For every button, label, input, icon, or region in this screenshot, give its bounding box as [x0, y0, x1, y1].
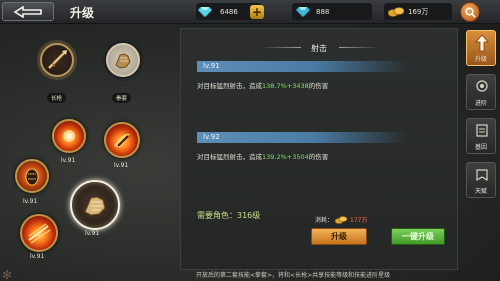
diamond-count: 6486 [220, 7, 238, 16]
skill-fire-stone-level: lv.91 [23, 198, 38, 205]
talent-icon [476, 169, 488, 182]
tab-talent-label: 天赋 [474, 188, 487, 195]
level-requirement: 需要角色：316级 [197, 210, 260, 221]
back-arrow-icon [13, 5, 42, 18]
tab-gene[interactable]: 基因 [466, 118, 496, 154]
advance-icon [476, 80, 488, 92]
weapon-gauntlet-slot[interactable] [106, 43, 140, 77]
skill-fire-stone[interactable] [15, 159, 49, 193]
gold-coins-icon [388, 7, 404, 17]
back-button[interactable] [2, 2, 54, 21]
top-bar: 升级 6486 + 888 169万 [0, 0, 500, 24]
current-desc-value: 138.7%+3438 [262, 82, 309, 90]
current-level-bar: lv.91 [197, 61, 407, 72]
paw-icon: ✻ [2, 268, 13, 281]
current-level-description: 对目标猛烈射击，造成138.7%+3438的伤害 [197, 80, 328, 90]
skill-fire-slash[interactable] [104, 122, 140, 158]
diamond-icon [198, 7, 212, 17]
upgrade-cost: 消耗： 177万 [315, 215, 367, 224]
weapon-gauntlet-label: 拳套 [112, 93, 132, 103]
skill-panel: 长枪 拳套 lv.91 lv.91 lv.91 lv.91 lv.91 ✻ [0, 24, 172, 281]
gem-count: 888 [316, 7, 330, 16]
skill-fire-burst-level: lv.91 [61, 157, 76, 164]
footer-note: 开放后的第二套技能<拳套>，将和<长枪>共享技能等级和技能进阶星级 [196, 272, 391, 279]
gauntlet-skill-icon [84, 196, 106, 216]
gold-coins-icon [335, 215, 348, 224]
tab-advance[interactable]: 进阶 [466, 74, 496, 110]
next-level-description: 对目标猛烈射击，造成139.2%+3504的伤害 [197, 151, 328, 161]
gem-icon [296, 7, 310, 17]
weapon-spear-label: 长枪 [47, 93, 67, 103]
upgrade-button[interactable]: 升级 [311, 228, 367, 245]
current-desc-prefix: 对目标猛烈射击，造成 [197, 82, 262, 90]
tab-advance-label: 进阶 [474, 100, 487, 107]
tab-upgrade-label: 升级 [474, 56, 487, 63]
search-icon [464, 6, 476, 18]
skill-gauntlet-selected[interactable] [70, 180, 120, 230]
tab-upgrade[interactable]: 升级 [466, 30, 496, 66]
upgrade-arrow-icon [475, 34, 489, 52]
one-click-upgrade-button[interactable]: 一键升级 [391, 228, 445, 245]
requirement-label: 需要角色： [197, 211, 237, 220]
skill-fire-wave-level: lv.91 [30, 253, 45, 260]
skill-fire-slash-level: lv.91 [114, 162, 129, 169]
grenade-icon [25, 168, 39, 186]
tab-talent[interactable]: 天赋 [466, 162, 496, 198]
next-desc-value: 139.2%+3504 [262, 153, 309, 161]
title-divider-right [339, 47, 379, 48]
cost-label: 消耗： [315, 217, 334, 224]
search-button[interactable] [460, 2, 480, 22]
flame-slash-icon [114, 133, 130, 148]
skill-fire-wave[interactable] [20, 214, 58, 252]
page-title: 升级 [70, 6, 95, 20]
skill-fire-burst[interactable] [52, 119, 86, 153]
spear-icon [48, 50, 67, 69]
current-desc-suffix: 的伤害 [308, 82, 329, 90]
gene-icon [476, 124, 488, 137]
add-diamonds-button[interactable]: + [250, 5, 264, 19]
explosion-icon [63, 130, 75, 142]
cost-value: 177万 [350, 217, 368, 224]
skill-gauntlet-level: lv.91 [85, 230, 100, 237]
tab-gene-label: 基因 [474, 144, 487, 151]
next-level-bar: lv.92 [197, 132, 407, 143]
fire-wave-icon [28, 223, 51, 244]
skill-title: 射击 [311, 44, 327, 53]
requirement-value: 316级 [237, 211, 261, 220]
skill-detail-panel: 射击 lv.91 对目标猛烈射击，造成138.7%+3438的伤害 lv.92 … [180, 28, 458, 270]
next-desc-suffix: 的伤害 [308, 153, 329, 161]
gauntlet-icon [115, 53, 131, 69]
weapon-spear-slot[interactable] [40, 43, 74, 77]
gold-count: 169万 [408, 7, 429, 16]
next-desc-prefix: 对目标猛烈射击，造成 [197, 153, 262, 161]
